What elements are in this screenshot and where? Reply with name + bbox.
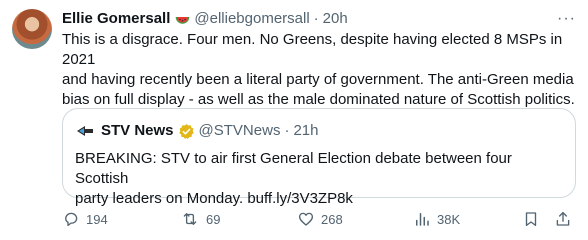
author-handle[interactable]: @elliebgomersall [194,9,309,29]
tweet-text-line: and having recently been a literal party… [62,71,574,88]
quoted-text-line: party leaders on Monday. buff.ly/3V3ZP8k [75,190,353,207]
tweet-time[interactable]: 20h [323,9,348,29]
tweet-text: This is a disgrace. Four men. No Greens,… [62,30,577,110]
quoted-tweet-header: STV News @STVNews · 21h [75,121,318,141]
retweet-count: 69 [206,211,221,227]
heart-icon [298,212,314,226]
stv-logo-icon[interactable] [75,121,95,141]
retweet-icon [183,213,197,225]
verified-badge-icon [178,123,195,140]
watermelon-emoji-icon [174,11,191,28]
views-count: 38K [437,211,461,227]
like-button[interactable]: 268 [297,208,343,230]
bookmark-button[interactable] [522,208,546,230]
tweet-text-line: bias on full display - as well as the ma… [62,91,575,108]
quoted-author-name[interactable]: STV News [101,121,174,141]
separator-dot: · [313,10,319,27]
reply-count: 194 [86,211,108,227]
tweet-action-bar: 194 69 268 38K [62,208,582,230]
tweet-header: Ellie Gomersall @elliebgomersall · 20h ·… [62,8,576,30]
quoted-text-line: BREAKING: STV to air first General Elect… [75,150,512,187]
analytics-icon [416,213,429,226]
reply-button[interactable]: 194 [62,208,108,230]
bookmark-icon [525,212,537,227]
share-button[interactable] [554,208,578,230]
reply-icon [65,212,78,227]
retweet-button[interactable]: 69 [180,208,220,230]
tweet-text-line: This is a disgrace. Four men. No Greens,… [62,31,563,68]
quoted-tweet-time[interactable]: 21h [293,121,318,141]
more-options-icon[interactable]: ··· [557,9,576,29]
author-name[interactable]: Ellie Gomersall [62,9,170,29]
share-icon [556,211,570,226]
quoted-tweet-text: BREAKING: STV to air first General Elect… [75,149,563,209]
author-avatar[interactable] [12,9,52,49]
like-count: 268 [321,211,343,227]
views-button[interactable]: 38K [413,208,460,230]
separator-dot: · [284,122,290,139]
quoted-tweet-card[interactable]: STV News @STVNews · 21h BREAKING: STV to… [62,108,576,207]
quoted-author-handle[interactable]: @STVNews [199,121,281,141]
